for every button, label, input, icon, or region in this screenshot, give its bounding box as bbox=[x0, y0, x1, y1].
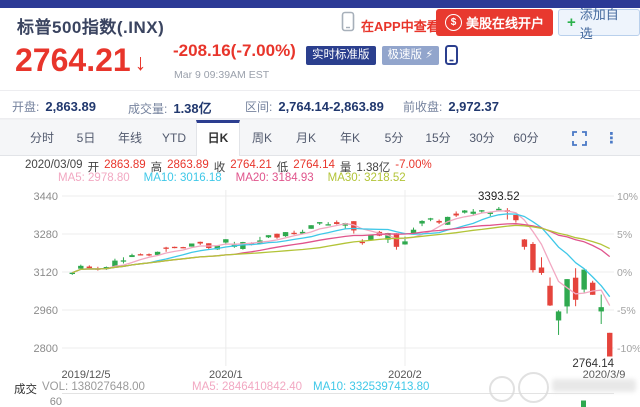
svg-text:3393.52: 3393.52 bbox=[478, 191, 520, 203]
watermark-text bbox=[552, 379, 636, 392]
svg-text:2020/2: 2020/2 bbox=[388, 369, 422, 381]
svg-text:3120: 3120 bbox=[34, 267, 58, 279]
svg-text:-5%: -5% bbox=[617, 305, 636, 317]
ma-lines bbox=[72, 211, 609, 306]
annotations: 3393.52 2764.14 bbox=[478, 191, 615, 370]
svg-text:0%: 0% bbox=[617, 267, 632, 279]
candlestick-chart[interactable]: 3440 10% 3280 5% 3120 0% 2960 -5% 2800 -10% 2019/1… bbox=[0, 0, 640, 407]
svg-text:2764.14: 2764.14 bbox=[572, 358, 614, 370]
volume-panel-label: 成交 bbox=[14, 381, 37, 397]
svg-text:2019/12/5: 2019/12/5 bbox=[62, 369, 111, 381]
svg-text:5%: 5% bbox=[617, 229, 632, 241]
svg-text:60: 60 bbox=[50, 396, 62, 407]
volume-ma5: MA5: 2846410842.40 bbox=[192, 381, 302, 393]
svg-text:2960: 2960 bbox=[34, 305, 58, 317]
watermark-face-icon bbox=[518, 372, 549, 403]
watermark-face-icon bbox=[489, 376, 515, 402]
volume-bar bbox=[581, 401, 586, 407]
svg-text:2020/1: 2020/1 bbox=[209, 369, 243, 381]
svg-text:3440: 3440 bbox=[34, 191, 58, 203]
volume-ma10: MA10: 3325397413.80 bbox=[313, 381, 429, 393]
quote-page: 标普500指数(.INX) 在APP中查看 $ 美股在线开户 + 添加自选 27… bbox=[0, 0, 640, 407]
svg-text:2800: 2800 bbox=[34, 343, 58, 355]
svg-text:-10%: -10% bbox=[617, 343, 640, 355]
svg-text:10%: 10% bbox=[617, 191, 638, 203]
svg-text:3280: 3280 bbox=[34, 229, 58, 241]
volume-value: VOL: 138027648.00 bbox=[42, 381, 145, 393]
